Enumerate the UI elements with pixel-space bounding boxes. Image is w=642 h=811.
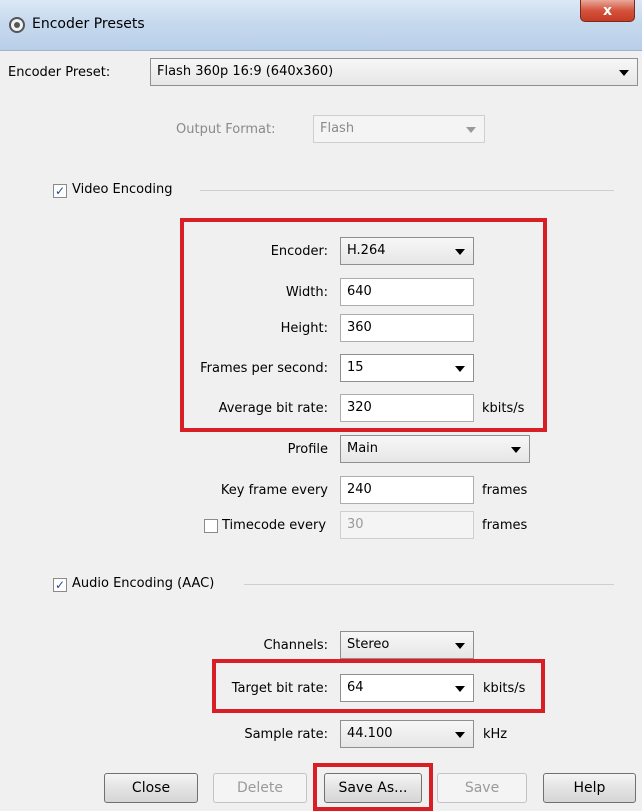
- average-bit-rate-unit: kbits/s: [482, 401, 525, 416]
- chevron-down-icon: [455, 732, 465, 738]
- chevron-down-icon: [455, 249, 465, 255]
- encoder-value: H.264: [347, 243, 386, 258]
- window-title: Encoder Presets: [32, 16, 145, 32]
- channels-value: Stereo: [347, 637, 390, 652]
- close-button[interactable]: Close: [104, 773, 198, 803]
- close-window-button[interactable]: x: [580, 0, 635, 22]
- video-encoding-checkbox[interactable]: ✓: [53, 184, 67, 198]
- save-button[interactable]: Save: [437, 773, 527, 803]
- audio-encoding-checkbox[interactable]: ✓: [53, 578, 67, 592]
- average-bit-rate-value: 320: [347, 400, 372, 415]
- encoder-preset-value: Flash 360p 16:9 (640x360): [157, 64, 334, 79]
- close-icon: x: [602, 2, 613, 19]
- output-format-label: Output Format:: [176, 122, 276, 137]
- sample-rate-label: Sample rate:: [244, 727, 328, 742]
- profile-dropdown[interactable]: Main: [340, 435, 530, 463]
- output-format-value: Flash: [320, 121, 355, 136]
- key-frame-label: Key frame every: [220, 483, 328, 498]
- average-bit-rate-input[interactable]: 320: [340, 394, 474, 422]
- sample-rate-value: 44.100: [347, 726, 393, 741]
- profile-label: Profile: [287, 442, 328, 457]
- key-frame-unit: frames: [482, 483, 528, 498]
- encoder-preset-label: Encoder Preset:: [8, 65, 111, 80]
- channels-dropdown[interactable]: Stereo: [340, 631, 474, 659]
- key-frame-value: 240: [347, 482, 372, 497]
- chevron-down-icon: [455, 366, 465, 372]
- timecode-checkbox[interactable]: [204, 519, 218, 533]
- delete-button[interactable]: Delete: [213, 773, 307, 803]
- encoder-preset-dropdown[interactable]: Flash 360p 16:9 (640x360): [150, 58, 638, 86]
- chevron-down-icon: [511, 447, 521, 453]
- encoder-label: Encoder:: [270, 244, 328, 259]
- width-input[interactable]: 640: [340, 278, 474, 306]
- target-bit-rate-label: Target bit rate:: [231, 681, 328, 696]
- channels-label: Channels:: [263, 638, 328, 653]
- target-bit-rate-value: 64: [347, 680, 364, 695]
- target-bit-rate-dropdown[interactable]: 64: [340, 674, 474, 702]
- target-bit-rate-unit: kbits/s: [483, 681, 526, 696]
- fps-dropdown[interactable]: 15: [340, 354, 474, 382]
- chevron-down-icon: [455, 686, 465, 692]
- timecode-unit: frames: [482, 518, 528, 533]
- fps-label: Frames per second:: [200, 361, 328, 376]
- timecode-input[interactable]: 30: [340, 511, 474, 539]
- save-as-button[interactable]: Save As...: [324, 773, 422, 803]
- width-label: Width:: [285, 285, 328, 300]
- app-icon: [9, 17, 25, 33]
- title-bar: Encoder Presets x: [0, 0, 642, 51]
- timecode-label: Timecode every: [222, 518, 327, 533]
- section-divider: [200, 190, 614, 191]
- average-bit-rate-label: Average bit rate:: [218, 401, 328, 416]
- chevron-down-icon: [466, 127, 476, 133]
- sample-rate-unit: kHz: [483, 727, 508, 742]
- height-input[interactable]: 360: [340, 314, 474, 342]
- encoder-dropdown[interactable]: H.264: [340, 237, 474, 265]
- video-encoding-label: Video Encoding: [72, 182, 173, 197]
- audio-encoding-label: Audio Encoding (AAC): [72, 576, 215, 591]
- fps-value: 15: [347, 360, 364, 375]
- profile-value: Main: [347, 441, 379, 456]
- timecode-value: 30: [347, 517, 364, 532]
- height-label: Height:: [280, 321, 328, 336]
- section-divider: [244, 584, 614, 585]
- key-frame-input[interactable]: 240: [340, 476, 474, 504]
- help-button[interactable]: Help: [543, 773, 636, 803]
- chevron-down-icon: [619, 70, 629, 76]
- sample-rate-dropdown[interactable]: 44.100: [340, 720, 474, 748]
- output-format-dropdown[interactable]: Flash: [313, 115, 485, 143]
- chevron-down-icon: [455, 643, 465, 649]
- height-value: 360: [347, 320, 372, 335]
- width-value: 640: [347, 284, 372, 299]
